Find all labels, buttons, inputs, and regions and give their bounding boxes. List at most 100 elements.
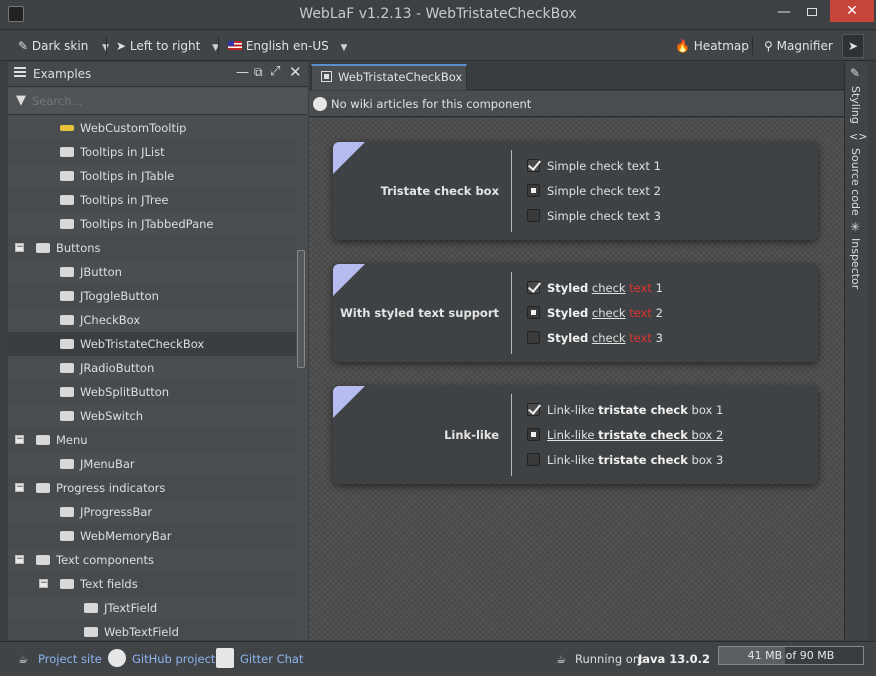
tree-row[interactable]: JProgressBar [8,500,296,524]
button-icon [60,267,74,277]
collapse-toggle-icon[interactable]: − [39,579,48,588]
checkbox-label: Link-like tristate check box 1 [547,400,723,420]
tree-row[interactable]: − Text fields [8,572,296,596]
memory-bar[interactable]: 41 MB of 90 MB [718,646,864,665]
tree-item-label: Text fields [80,577,138,591]
chevron-down-icon: ▼ [340,43,348,53]
examples-panel: Examples — ⧉ ⤢ ✕ ▼ WebCustomTooltip Toolt… [8,62,308,640]
list-icon [60,147,74,157]
styled-bold-text: Styled [547,306,589,320]
tree-row[interactable]: JTextField [8,596,296,620]
tree-row[interactable]: JToggleButton [8,284,296,308]
text-icon [36,555,50,565]
title-bar: WebLaF v1.2.13 - WebTristateCheckBox — ✕ [0,0,876,30]
tree-row[interactable]: Tooltips in JTree [8,188,296,212]
inspector-icon: ✳ [850,220,861,234]
styled-link-text: check [591,281,626,295]
examples-header: Examples — ⧉ ⤢ ✕ [8,62,308,87]
collapse-toggle-icon[interactable]: − [15,243,24,252]
tree-item-label: Buttons [56,241,101,255]
tab-webtristatecheckbox[interactable]: WebTristateCheckBox × [311,64,467,106]
tree-row[interactable]: WebCustomTooltip [8,116,296,140]
collapse-toggle-icon[interactable]: − [15,555,24,564]
memorybar-icon [60,531,74,541]
styled-number: 1 [655,281,663,295]
tree-row[interactable]: JRadioButton [8,356,296,380]
styled-link-text: check [591,331,626,345]
tree-row[interactable]: WebTextField [8,620,296,640]
table-icon [60,171,74,181]
checkbox-label: Simple check text 1 [547,159,661,173]
checkbox-label: Styled check text 1 [547,278,663,298]
orientation-selector[interactable]: ➤ Left to right ▼ [116,36,219,56]
heatmap-button[interactable]: 🔥 Heatmap [675,36,749,56]
tab-component-icon [321,71,332,82]
github-project-link[interactable]: GitHub project [132,650,215,668]
close-window-button[interactable]: ✕ [830,0,874,22]
tab-inspector[interactable]: Inspector [849,238,862,289]
code-icon: <> [849,130,868,143]
styled-red-text: text [629,281,652,295]
project-site-link[interactable]: Project site [38,650,102,668]
checkbox-label: Simple check text 2 [547,184,661,198]
tree-row[interactable]: JCheckBox [8,308,296,332]
tree-row[interactable]: JMenuBar [8,452,296,476]
tree-item-label: WebSwitch [80,409,144,423]
examples-title: Examples [33,67,92,81]
java-icon: ☕ [556,652,567,666]
styled-number: 3 [655,331,663,345]
wiki-bar: No wiki articles for this component [309,91,844,117]
menu-icon[interactable] [14,67,26,77]
memory-text: 41 MB of 90 MB [747,649,835,662]
textfield-icon [84,627,98,637]
checkbox-checked-icon [527,403,540,416]
tab-styling[interactable]: Styling [849,86,862,124]
close-panel-icon[interactable]: ✕ [289,63,302,81]
tree-item-label: JToggleButton [80,289,159,303]
skin-selector[interactable]: ✎ Dark skin ▼ [18,36,109,56]
maximize-panel-icon[interactable]: ⤢ [270,64,280,79]
tree-row[interactable]: Tooltips in JTable [8,164,296,188]
styled-red-text: text [629,306,652,320]
tree-item-label: JProgressBar [80,505,153,519]
link-suffix: box 3 [691,453,724,467]
tree-row[interactable]: − Text components [8,548,296,572]
menu-icon [36,435,50,445]
checkbox-label: Simple check text 3 [547,209,661,223]
tree-item-label: JCheckBox [80,313,141,327]
tree-item-label: JButton [80,265,122,279]
undock-icon[interactable]: ⧉ [254,65,263,80]
language-selector[interactable]: English en-US ▼ [228,36,347,56]
collapse-toggle-icon[interactable]: − [15,483,24,492]
example-card: Link-like Link-like tristate check box 1L… [333,386,818,484]
tree-row[interactable]: WebTristateCheckBox [8,332,296,356]
link-strong-text: tristate check [598,403,688,417]
toolbar-separator [218,37,219,55]
tree-row[interactable]: − Buttons [8,236,296,260]
checkbox-label: Styled check text 3 [547,328,663,348]
gitter-chat-link[interactable]: Gitter Chat [240,650,303,668]
tree-row[interactable]: WebSwitch [8,404,296,428]
card-separator [511,272,512,354]
java-icon: ☕ [18,652,29,666]
collapse-toggle-icon[interactable]: − [15,435,24,444]
tree-row[interactable]: Tooltips in JList [8,140,296,164]
magnifier-button[interactable]: ⚲ Magnifier [764,36,833,56]
maximize-button[interactable] [798,3,826,21]
tree-row[interactable]: − Menu [8,428,296,452]
tree-row[interactable]: JButton [8,260,296,284]
checkbox-unchecked-icon [527,209,540,222]
tree-row[interactable]: − Progress indicators [8,476,296,500]
tree-scrollbar[interactable] [297,250,305,368]
checkbox-mixed-icon [527,428,540,441]
tree-item-label: WebCustomTooltip [80,121,187,135]
tab-source-code[interactable]: Source code [849,148,862,216]
pointer-button[interactable]: ➤ [842,34,864,58]
minimize-panel-icon[interactable]: — [236,65,249,80]
buttons-icon [36,243,50,253]
tree-row[interactable]: Tooltips in JTabbedPane [8,212,296,236]
minimize-button[interactable]: — [770,3,798,21]
tree-row[interactable]: WebSplitButton [8,380,296,404]
tree-row[interactable]: WebMemoryBar [8,524,296,548]
search-input[interactable] [32,92,292,110]
